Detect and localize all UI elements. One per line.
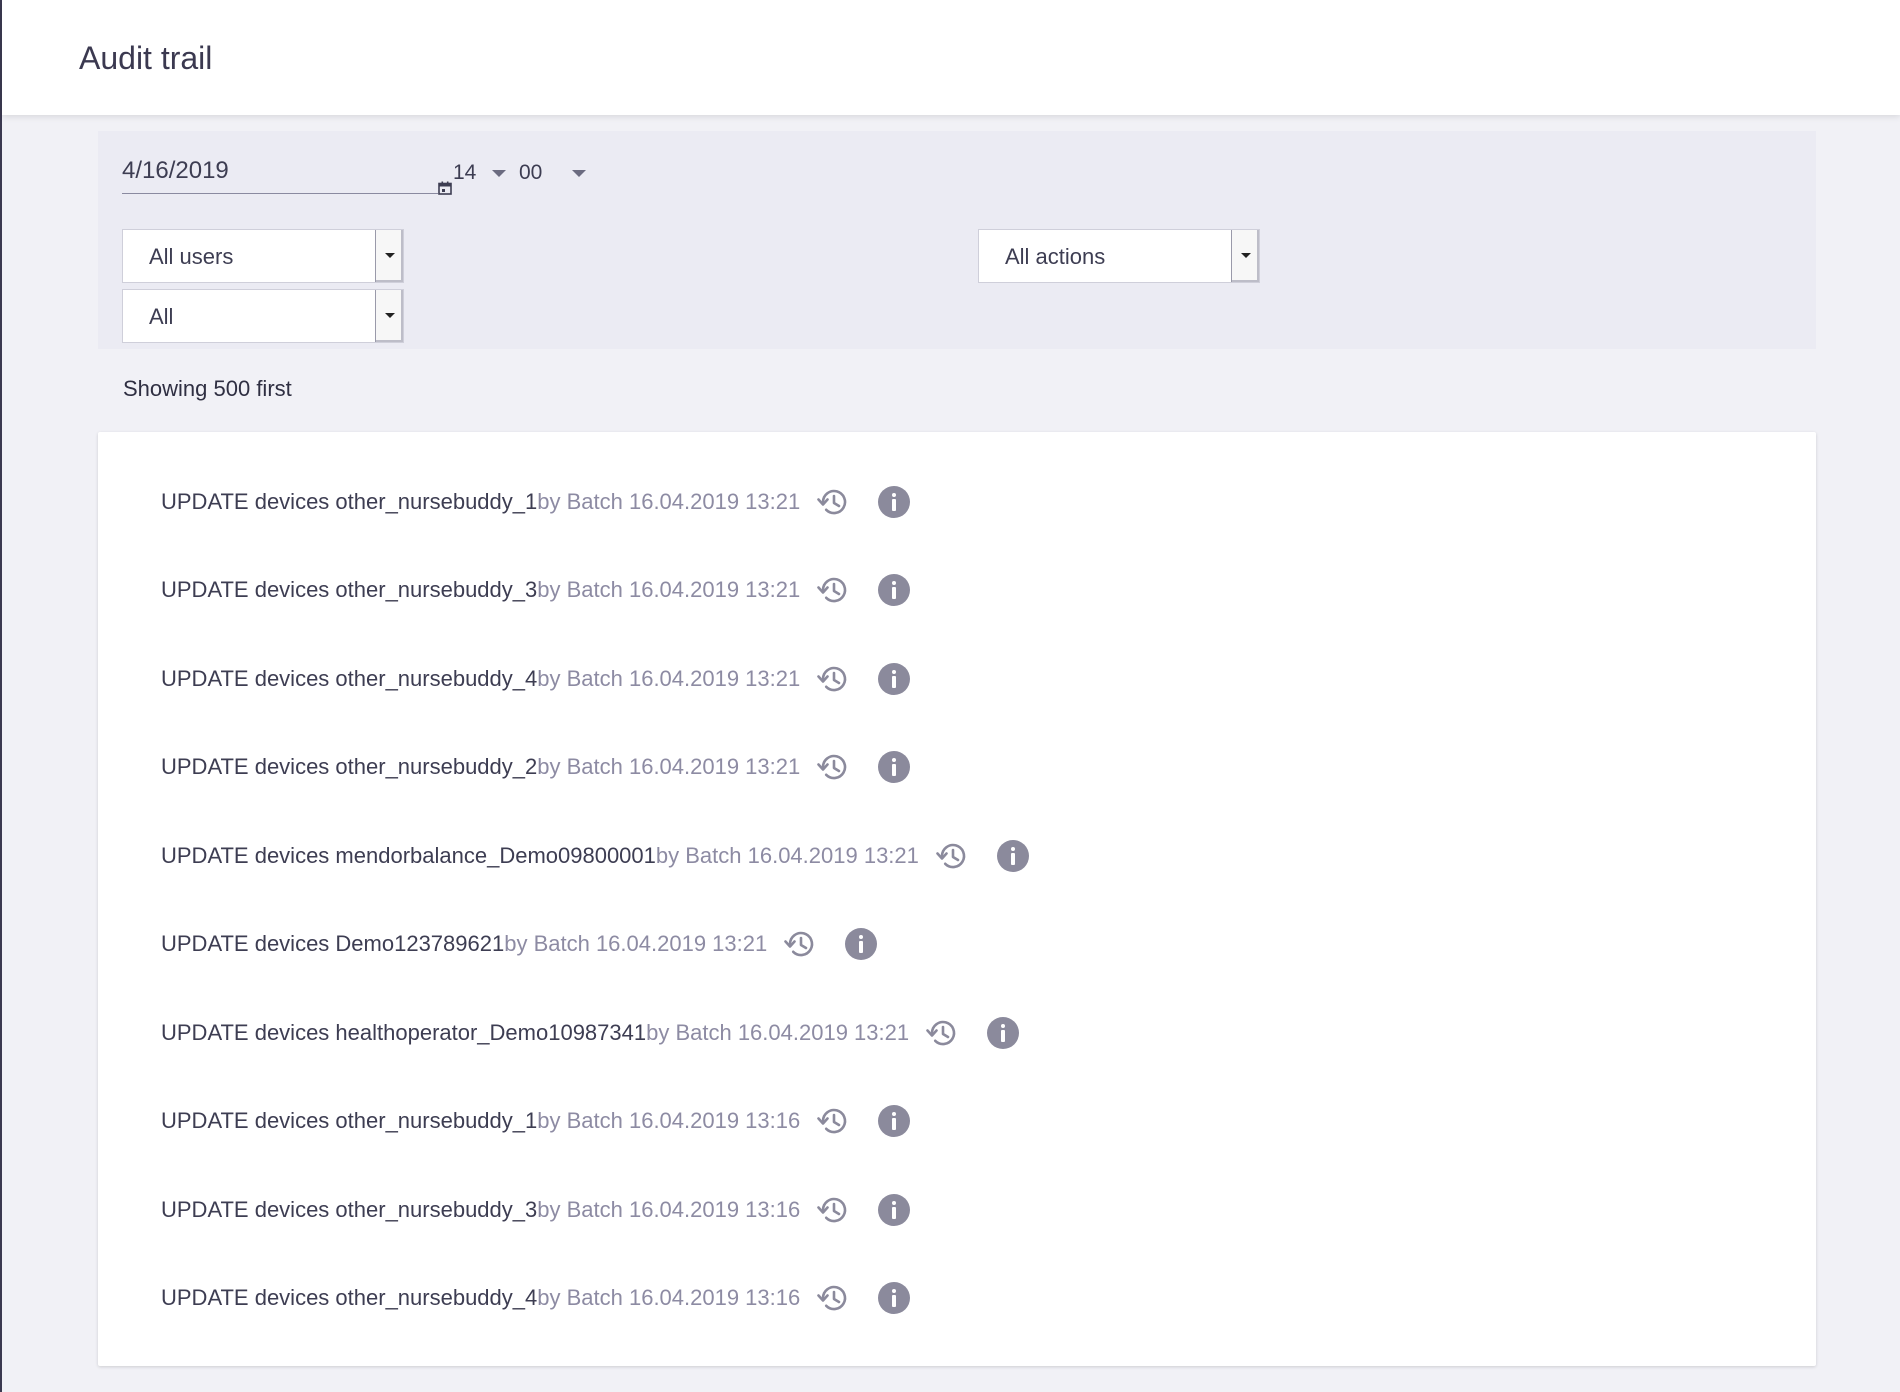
type-select-arrow-button[interactable] [375,290,403,342]
type-select-label: All [149,304,174,329]
list-item: UPDATE devices other_nursebuddy_4 by Bat… [161,659,911,699]
entry-action: UPDATE devices other_nursebuddy_4 [161,1285,538,1310]
list-item: UPDATE devices other_nursebuddy_4 by Bat… [161,1278,911,1318]
calendar-icon[interactable] [438,181,452,195]
minute-chevron-down-icon [572,169,587,177]
list-item: UPDATE devices other_nursebuddy_1 by Bat… [161,482,911,522]
date-value: 4/16/2019 [122,157,229,184]
history-icon[interactable] [816,1104,850,1138]
list-item: UPDATE devices mendorbalance_Demo0980000… [161,836,1029,876]
result-count-text: Showing 500 first [123,376,292,401]
entry-meta: by Batch 16.04.2019 13:21 [646,1020,910,1045]
history-icon[interactable] [816,662,850,696]
user-select-label: All users [149,244,234,269]
list-item: UPDATE devices other_nursebuddy_2 by Bat… [161,747,911,787]
entry-action: UPDATE devices other_nursebuddy_1 [161,1108,538,1133]
type-select[interactable]: All [122,289,404,343]
entry-meta: by Batch 16.04.2019 13:21 [655,843,919,868]
caret-down-icon [385,253,395,258]
entry-meta: by Batch 16.04.2019 13:16 [537,1285,801,1310]
entry-action: UPDATE devices other_nursebuddy_1 [161,489,538,514]
list-item: UPDATE devices other_nursebuddy_1 by Bat… [161,1101,911,1141]
list-item: UPDATE devices Demo123789621 by Batch 16… [161,924,878,964]
entry-meta: by Batch 16.04.2019 13:21 [537,754,801,779]
entry-action: UPDATE devices Demo123789621 [161,931,505,956]
list-item: UPDATE devices other_nursebuddy_3 by Bat… [161,1190,911,1230]
info-icon[interactable] [878,751,911,783]
minute-value: 00 [519,161,543,184]
audit-list: UPDATE devices other_nursebuddy_1 by Bat… [98,432,1816,1366]
history-icon[interactable] [816,1193,850,1227]
history-icon[interactable] [783,927,817,961]
page-header: Audit trail [2,0,1900,115]
action-select-arrow-button[interactable] [1231,230,1259,282]
info-icon[interactable] [878,1282,911,1314]
window-left-edge [0,0,2,1392]
history-icon[interactable] [816,485,850,519]
entry-meta: by Batch 16.04.2019 13:21 [537,577,801,602]
info-icon[interactable] [996,840,1029,872]
entry-meta: by Batch 16.04.2019 13:16 [537,1197,801,1222]
hour-chevron-down-icon [492,169,507,177]
entry-action: UPDATE devices other_nursebuddy_4 [161,666,538,691]
info-icon[interactable] [845,928,878,960]
entry-meta: by Batch 16.04.2019 13:16 [537,1108,801,1133]
entry-action: UPDATE devices healthoperator_Demo109873… [161,1020,647,1045]
caret-down-icon [385,313,395,318]
hour-value: 14 [453,161,477,184]
history-icon[interactable] [816,750,850,784]
user-select[interactable]: All users [122,229,404,283]
action-select-label: All actions [1005,244,1106,269]
list-item: UPDATE devices other_nursebuddy_3 by Bat… [161,570,911,610]
entry-meta: by Batch 16.04.2019 13:21 [504,931,768,956]
filter-panel: 4/16/2019 14 00 All users All actions Al… [98,131,1816,349]
history-icon[interactable] [925,1016,959,1050]
entry-meta: by Batch 16.04.2019 13:21 [537,666,801,691]
entry-action: UPDATE devices other_nursebuddy_3 [161,577,538,602]
entry-action: UPDATE devices other_nursebuddy_2 [161,754,538,779]
page-title: Audit trail [79,40,213,76]
info-icon[interactable] [878,486,911,518]
date-field[interactable]: 4/16/2019 [122,151,452,195]
info-icon[interactable] [878,663,911,695]
info-icon[interactable] [878,1105,911,1137]
user-select-arrow-button[interactable] [375,230,403,282]
info-icon[interactable] [878,574,911,606]
hour-select[interactable]: 14 [453,161,507,185]
history-icon[interactable] [816,1281,850,1315]
info-icon[interactable] [878,1194,911,1226]
entry-action: UPDATE devices other_nursebuddy_3 [161,1197,538,1222]
history-icon[interactable] [816,573,850,607]
entry-meta: by Batch 16.04.2019 13:21 [537,489,801,514]
list-item: UPDATE devices healthoperator_Demo109873… [161,1013,1020,1053]
minute-select[interactable]: 00 [519,161,587,185]
caret-down-icon [1241,253,1251,258]
history-icon[interactable] [935,839,969,873]
info-icon[interactable] [987,1017,1020,1049]
entry-action: UPDATE devices mendorbalance_Demo0980000… [161,843,656,868]
action-select[interactable]: All actions [978,229,1260,283]
